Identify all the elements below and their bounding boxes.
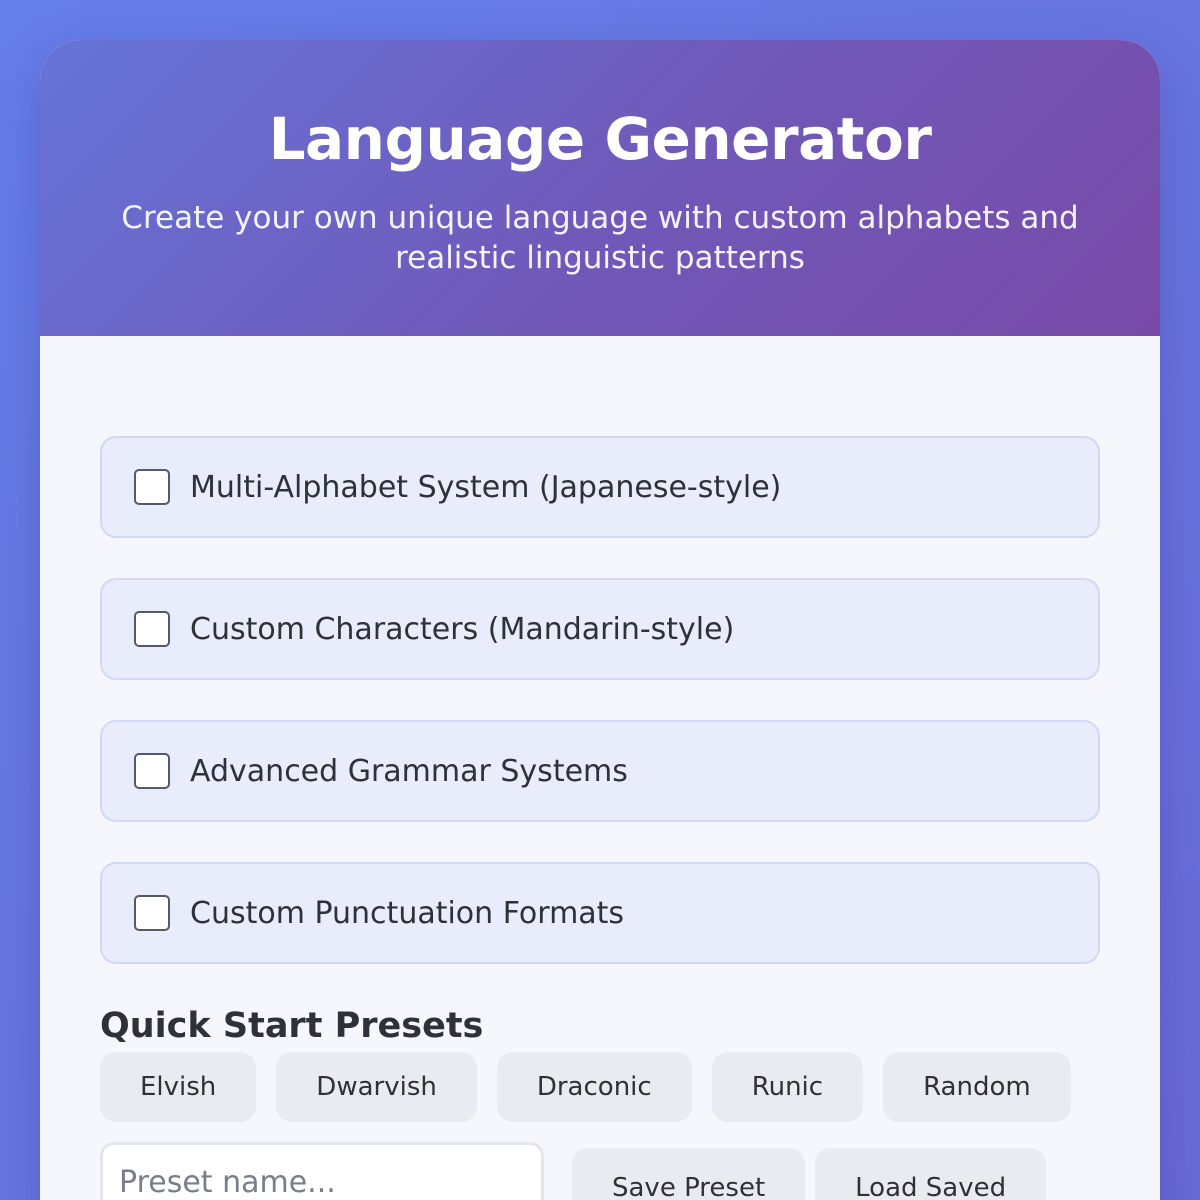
- preset-draconic-button[interactable]: Draconic: [496, 1052, 692, 1122]
- multi-alphabet-checkbox[interactable]: [134, 469, 170, 505]
- custom-characters-checkbox[interactable]: [134, 611, 170, 647]
- preset-dwarvish-button[interactable]: Dwarvish: [276, 1052, 477, 1122]
- preset-buttons: Elvish Dwarvish Draconic Runic Random: [100, 1052, 1100, 1122]
- page-title: Language Generator: [268, 105, 932, 173]
- option-custom-punctuation[interactable]: Custom Punctuation Formats: [100, 862, 1100, 964]
- advanced-grammar-checkbox[interactable]: [134, 753, 170, 789]
- save-preset-button[interactable]: Save Preset: [572, 1148, 806, 1200]
- page-subtitle: Create your own unique language with cus…: [121, 200, 1079, 276]
- preset-runic-button[interactable]: Runic: [711, 1052, 864, 1122]
- generator-card: Language Generator Create your own uniqu…: [40, 40, 1160, 1200]
- preset-name-input[interactable]: [100, 1142, 544, 1200]
- load-saved-button[interactable]: Load Saved: [815, 1148, 1047, 1200]
- preset-random-button[interactable]: Random: [883, 1052, 1071, 1122]
- option-custom-characters[interactable]: Custom Characters (Mandarin-style): [100, 578, 1100, 680]
- main-content: Multi-Alphabet System (Japanese-style) C…: [40, 336, 1160, 1200]
- option-label: Custom Characters (Mandarin-style): [190, 611, 735, 647]
- preset-elvish-button[interactable]: Elvish: [100, 1052, 257, 1122]
- option-label: Multi-Alphabet System (Japanese-style): [190, 469, 782, 505]
- option-label: Custom Punctuation Formats: [190, 895, 625, 931]
- header: Language Generator Create your own uniqu…: [40, 40, 1160, 336]
- presets-heading: Quick Start Presets: [100, 1006, 484, 1046]
- custom-punctuation-checkbox[interactable]: [134, 895, 170, 931]
- save-preset-row: Save Preset Load Saved: [100, 1142, 1100, 1200]
- option-label: Advanced Grammar Systems: [190, 753, 628, 789]
- option-multi-alphabet[interactable]: Multi-Alphabet System (Japanese-style): [100, 436, 1100, 538]
- option-advanced-grammar[interactable]: Advanced Grammar Systems: [100, 720, 1100, 822]
